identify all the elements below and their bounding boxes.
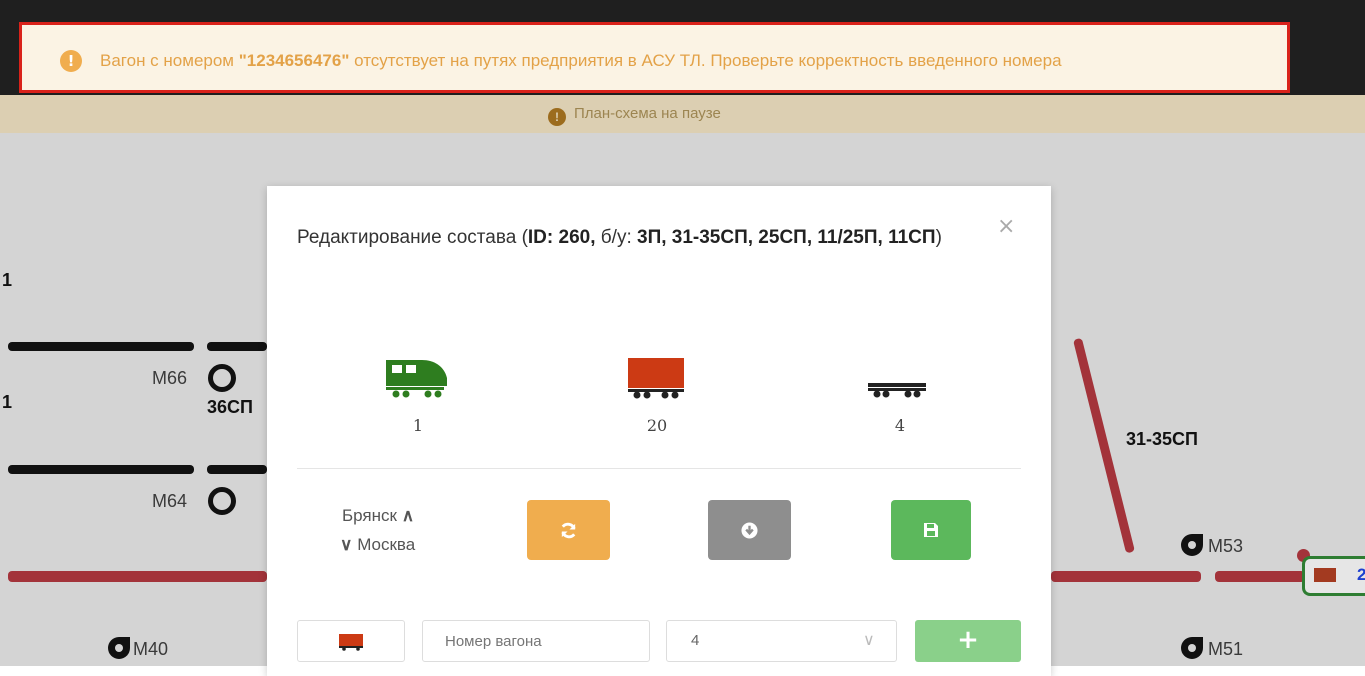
chevron-down-icon: ∨ <box>340 535 353 554</box>
edit-train-modal: Редактирование состава (ID: 260, б/у: 3П… <box>267 186 1051 676</box>
track <box>207 342 267 351</box>
wagon-number-input[interactable] <box>422 620 650 662</box>
download-button[interactable] <box>708 500 791 560</box>
signal-label: M66 <box>152 368 188 388</box>
refresh-icon <box>561 522 576 539</box>
error-alert: ! Вагон с номером "1234656476" отсутству… <box>19 22 1290 93</box>
track-red <box>1215 571 1305 582</box>
track-red <box>1051 571 1201 582</box>
chevron-up-icon: ∧ <box>401 506 415 525</box>
pause-exclamation-icon: ! <box>548 108 566 126</box>
signal-label: M53 <box>1208 536 1244 556</box>
track-red <box>8 571 267 582</box>
save-button[interactable] <box>891 500 971 560</box>
signal-shape-icon[interactable] <box>108 637 130 659</box>
add-wagon-button[interactable]: + <box>915 620 1021 662</box>
alert-message: Вагон с номером "1234656476" отсутствует… <box>100 51 1062 70</box>
modal-title: Редактирование состава (ID: 260, б/у: 3П… <box>297 227 942 248</box>
section-label-partial: 1 <box>2 392 13 412</box>
signal-circle-icon[interactable] <box>208 364 236 392</box>
locomotive-count: 1 <box>412 416 424 435</box>
track <box>207 465 267 474</box>
refresh-button[interactable] <box>527 500 610 560</box>
signal-circle-icon[interactable] <box>208 487 236 515</box>
signal-label: M51 <box>1208 639 1244 659</box>
signal-label: M40 <box>133 639 169 659</box>
platform-icon[interactable] <box>867 378 927 398</box>
section-label: 31-35СП <box>1126 429 1198 449</box>
signal-shape-icon[interactable] <box>1181 534 1203 556</box>
pause-message: ! План-схема на паузе <box>548 105 721 126</box>
platform-count: 4 <box>894 416 906 435</box>
exclamation-circle-icon: ! <box>60 50 82 72</box>
direction-to[interactable]: ∨ Москва <box>340 535 415 555</box>
signal-shape-icon[interactable] <box>1181 637 1203 659</box>
wagon-icon <box>1314 568 1336 582</box>
direction-from[interactable]: Брянск ∧ <box>342 506 414 526</box>
divider <box>297 468 1021 469</box>
wagon-icon[interactable] <box>627 356 685 400</box>
arrow-circle-down-icon <box>741 522 758 539</box>
wagon-icon <box>339 634 363 651</box>
quantity-select[interactable]: 4 ∨ <box>666 620 897 662</box>
wagon-count: 20 <box>646 416 668 435</box>
locomotive-icon[interactable] <box>384 356 450 400</box>
track <box>8 465 194 474</box>
signal-label: M64 <box>152 491 188 511</box>
train-count: 2 <box>1357 565 1365 584</box>
track <box>8 342 194 351</box>
chevron-down-icon: ∨ <box>863 632 875 649</box>
train-marker[interactable]: 2 <box>1302 556 1365 596</box>
section-label: 36СП <box>207 397 253 417</box>
save-icon <box>924 523 938 537</box>
close-icon[interactable]: × <box>997 214 1015 239</box>
wagon-type-select[interactable] <box>297 620 405 662</box>
section-label-partial: 1 <box>2 270 13 290</box>
